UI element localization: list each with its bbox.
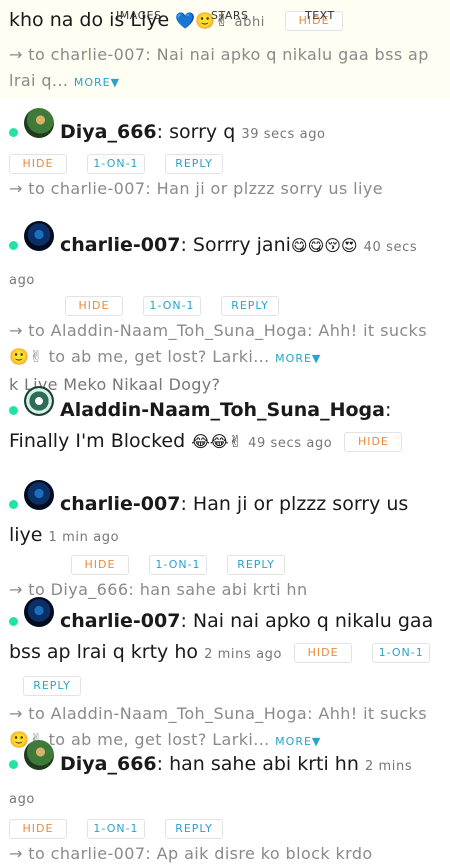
one-on-one-button[interactable]: 1-ON-1 — [87, 154, 145, 174]
reply-line: → to charlie-007: Ap aik disre ko block … — [9, 844, 373, 863]
reply-button[interactable]: REPLY — [165, 154, 223, 174]
online-indicator — [9, 617, 18, 626]
one-on-one-button[interactable]: 1-ON-1 — [372, 642, 431, 663]
timestamp: 1 min ago — [48, 530, 120, 545]
timestamp: 2 mins ago — [204, 647, 283, 662]
avatar[interactable] — [24, 386, 54, 416]
tab-stars[interactable]: STARS — [211, 9, 249, 22]
avatar[interactable] — [24, 108, 54, 138]
tab-images[interactable]: IMAGES — [116, 9, 162, 22]
reply-button[interactable]: REPLY — [165, 819, 223, 839]
reply-text: 🙂✌ to ab me, get lost? Larki... — [9, 347, 270, 366]
one-on-one-button[interactable]: 1-ON-1 — [143, 296, 201, 316]
reply-button[interactable]: REPLY — [227, 555, 285, 575]
online-indicator — [9, 128, 18, 137]
reply-line-continued: 🙂✌ to ab me, get lost? Larki... MORE▼ — [9, 344, 442, 372]
chat-message: charlie-007: Nai nai apko q nikalu gaa b… — [0, 591, 450, 749]
one-on-one-button[interactable]: 1-ON-1 — [149, 555, 207, 575]
username[interactable]: charlie-007 — [60, 234, 180, 256]
timestamp: 49 secs ago — [248, 436, 333, 451]
hide-button[interactable]: HIDE — [294, 642, 353, 663]
username[interactable]: Aladdin-Naam_Toh_Suna_Hoga — [60, 399, 385, 421]
message-text: Sorrry jani — [192, 234, 291, 256]
one-on-one-button[interactable]: 1-ON-1 — [87, 819, 145, 839]
chat-message: Diya_666: han sahe abi krti hn 2 mins ag… — [0, 736, 450, 866]
online-indicator — [9, 241, 18, 250]
chat-message: charlie-007: Sorrry jani😋😋😚😍 40 secs ago… — [0, 213, 450, 394]
reply-button[interactable]: REPLY — [23, 675, 81, 696]
online-indicator — [9, 406, 18, 415]
more-button[interactable]: MORE▼ — [275, 352, 321, 365]
reply-button[interactable]: REPLY — [221, 296, 279, 316]
reply-line: → to charlie-007: Nai nai apko q nikalu … — [9, 42, 439, 96]
username[interactable]: Diya_666 — [60, 121, 157, 143]
avatar[interactable] — [24, 221, 54, 251]
avatar[interactable] — [24, 597, 54, 627]
timestamp: 39 secs ago — [241, 127, 326, 142]
hide-button[interactable]: HIDE — [344, 431, 403, 452]
reply-line: → to Aladdin-Naam_Toh_Suna_Hoga: Ahh! it… — [9, 321, 427, 340]
chat-feed: kho na do is Liye 💙🙂✌ abhi HIDE → to cha… — [0, 0, 450, 866]
reply-text: → to charlie-007: Nai nai apko q nikalu … — [9, 45, 429, 90]
message-text: Finally I'm Blocked — [9, 430, 186, 452]
message-text: han sahe abi krti hn — [169, 753, 359, 775]
avatar[interactable] — [24, 740, 54, 770]
online-indicator — [9, 760, 18, 769]
avatar[interactable] — [24, 480, 54, 510]
chat-message: charlie-007: Han ji or plzzz sorry us li… — [0, 476, 450, 599]
more-button[interactable]: MORE▼ — [74, 76, 120, 89]
message-text: sorry q — [169, 121, 236, 143]
tab-text[interactable]: TEXT — [305, 9, 335, 22]
username[interactable]: charlie-007 — [60, 610, 180, 632]
username[interactable]: charlie-007 — [60, 493, 180, 515]
message-emoji: 😋😋😚😍 — [290, 236, 358, 255]
message-actions: HIDE 1-ON-1 REPLY — [9, 294, 442, 318]
reply-line: → to charlie-007: Han ji or plzzz sorry … — [9, 179, 383, 198]
chat-message: Aladdin-Naam_Toh_Suna_Hoga: Finally I'm … — [0, 382, 450, 476]
hide-button[interactable]: HIDE — [65, 296, 123, 316]
message-actions: HIDE 1-ON-1 REPLY — [9, 553, 442, 577]
message-actions: HIDE 1-ON-1 REPLY — [9, 817, 442, 841]
chat-message: Diya_666: sorry q 39 secs ago HIDE 1-ON-… — [0, 98, 450, 213]
reply-line: → to Aladdin-Naam_Toh_Suna_Hoga: Ahh! it… — [9, 704, 427, 723]
online-indicator — [9, 500, 18, 509]
tab-bar: IMAGES STARS TEXT — [0, 9, 450, 23]
message-emoji: 😂😂✌ — [191, 432, 243, 451]
hide-button[interactable]: HIDE — [9, 154, 67, 174]
hide-button[interactable]: HIDE — [71, 555, 129, 575]
message-actions: HIDE 1-ON-1 REPLY — [9, 152, 442, 176]
username[interactable]: Diya_666 — [60, 753, 157, 775]
hide-button[interactable]: HIDE — [9, 819, 67, 839]
